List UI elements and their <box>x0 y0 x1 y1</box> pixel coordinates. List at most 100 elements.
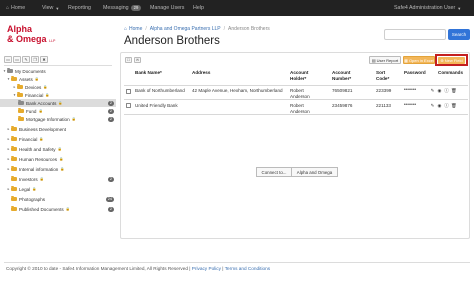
folder-icon <box>18 107 24 114</box>
cell-sort-code: 221133 <box>376 103 391 108</box>
connect-target-button[interactable]: Alpha and Omega <box>292 167 338 177</box>
open-in-excel-label: Open in Excel <box>408 57 434 63</box>
tree-item-financial-sub[interactable]: ▾ Financial 🔒 <box>12 91 128 99</box>
select-all-icon[interactable]: ☐ <box>125 57 132 63</box>
tree-item-fund[interactable]: Fund 🔒 2 <box>0 107 116 115</box>
delete-icon[interactable]: 🗑 <box>451 88 457 93</box>
copy-icon[interactable]: ❐ <box>31 56 39 63</box>
lock-icon: 🔒 <box>45 93 50 97</box>
nav-reporting-label: Reporting <box>68 5 91 11</box>
logo-line1: Alpha <box>7 24 33 34</box>
column-header-account-number[interactable]: Account Number* <box>332 70 362 81</box>
lock-icon: 🔒 <box>65 207 71 211</box>
folder-icon <box>11 145 17 152</box>
logo-line2: & Omega <box>7 34 47 44</box>
column-header-password[interactable]: Password <box>404 70 426 76</box>
info-icon[interactable]: ⓘ <box>444 88 449 93</box>
column-header-account-holder[interactable]: Account Holder* <box>290 70 320 81</box>
tree-item-my-documents[interactable]: ▾ My Documents <box>2 67 118 75</box>
item-count-badge: 2 <box>107 176 114 182</box>
edit-icon[interactable]: ✎ <box>22 56 30 63</box>
nav-user-label: Safe4 Administration User <box>394 5 456 11</box>
email-icon[interactable]: ✉ <box>134 57 141 63</box>
lock-icon: 🔒 <box>39 177 44 181</box>
page-title: Anderson Brothers <box>124 35 220 47</box>
tree-item-legal[interactable]: ▸ Legal 🔒 <box>6 185 122 193</box>
open-folder-icon[interactable]: ▭ <box>13 56 21 63</box>
search-input[interactable] <box>384 29 446 40</box>
tree-item-internal-information[interactable]: ▸ Internal information 🔒 <box>6 165 122 173</box>
new-folder-icon[interactable]: ▭ <box>4 56 12 63</box>
column-header-sort-code[interactable]: Sort Code* <box>376 70 394 81</box>
cell-bank-name: United Friendly Bank <box>135 103 178 108</box>
tree-item-investors[interactable]: Investors 🔒 2 <box>6 175 122 183</box>
delete-icon[interactable]: ✖ <box>40 56 48 63</box>
breadcrumb-current: Anderson Brothers <box>228 26 270 32</box>
nav-user-menu[interactable]: Safe4 Administration User ▼ <box>394 0 461 16</box>
new-field-button[interactable]: ⊕ New Field <box>438 56 465 64</box>
item-count-badge: 2 <box>107 116 114 122</box>
breadcrumb-home[interactable]: Home <box>129 26 142 32</box>
folder-icon <box>18 115 24 122</box>
cell-sort-code: 223399 <box>376 88 392 93</box>
item-count-badge: 24 <box>105 196 114 202</box>
tree-item-photographs[interactable]: Photographs 24 <box>6 195 122 203</box>
open-in-excel-button[interactable]: ▦ Open in Excel <box>403 56 435 64</box>
tree-item-published-documents[interactable]: Published Documents 🔒 2 <box>6 205 122 213</box>
privacy-policy-link[interactable]: Privacy Policy <box>192 266 221 271</box>
sidebar-toolbar: ▭ ▭ ✎ ❐ ✖ <box>4 56 48 63</box>
connect-group: Connect to... Alpha and Omega <box>256 167 338 177</box>
row-checkbox[interactable] <box>126 89 131 94</box>
tree-item-assets[interactable]: ▾ Assets 🔒 <box>6 75 122 83</box>
delete-icon[interactable]: 🗑 <box>451 103 457 108</box>
row-checkbox[interactable] <box>126 103 131 108</box>
lock-icon: 🔒 <box>43 85 48 89</box>
search-button[interactable]: Search <box>448 29 470 40</box>
tree-item-label: My Documents <box>15 68 46 74</box>
folder-icon <box>11 185 17 192</box>
edit-icon[interactable]: ✎ <box>430 88 435 93</box>
cell-password: •••••• <box>404 87 417 93</box>
tree-item-business-development[interactable]: ▸ Business Development <box>6 125 122 133</box>
tree-item-mortgage-information[interactable]: Mortgage Information 🔒 2 <box>0 115 116 123</box>
sidebar-divider <box>4 65 112 66</box>
column-header-bank-name[interactable]: Bank Name* <box>135 70 162 76</box>
lock-icon: 🔒 <box>60 167 65 171</box>
breadcrumb-company[interactable]: Alpha and Omega Partners LLP <box>150 26 221 32</box>
connect-to-button[interactable]: Connect to... <box>256 167 292 177</box>
caret-down-icon: ▼ <box>457 5 462 11</box>
nav-reporting[interactable]: Reporting <box>68 0 91 16</box>
info-icon[interactable]: ⓘ <box>444 103 449 108</box>
tree-item-human-resources[interactable]: ▸ Human Resources 🔒 <box>6 155 122 163</box>
folder-icon <box>11 135 17 142</box>
nav-home-label: Home <box>11 5 26 11</box>
tree-item-health-and-safety[interactable]: ▸ Health and Safety 🔒 <box>6 145 122 153</box>
nav-messaging[interactable]: Messaging 29 <box>103 0 142 16</box>
lock-icon: 🔒 <box>34 77 40 81</box>
footer-separator: | <box>222 266 224 271</box>
folder-icon <box>11 165 17 172</box>
nav-help[interactable]: Help <box>193 0 204 16</box>
excel-icon: ▦ <box>404 57 408 63</box>
view-icon[interactable]: ◉ <box>437 103 442 108</box>
edit-icon[interactable]: ✎ <box>430 103 435 108</box>
tree-item-bank-accounts[interactable]: Bank Accounts 🔒 2 <box>0 99 116 107</box>
breadcrumb-separator: / <box>223 26 226 32</box>
nav-view-menu[interactable]: View ▼ <box>42 0 59 16</box>
nav-home[interactable]: ⌂ Home <box>6 0 25 16</box>
new-field-label: New Field <box>444 57 463 63</box>
tree-item-financial[interactable]: ▸ Financial 🔒 <box>6 135 122 143</box>
folder-icon <box>11 125 17 132</box>
nav-manage-users-label: Manage Users <box>150 5 185 11</box>
company-logo[interactable]: Alpha & Omega LLP <box>7 24 77 58</box>
tree-item-devices[interactable]: ▸ Devices 🔒 <box>12 83 128 91</box>
view-icon[interactable]: ◉ <box>437 88 442 93</box>
new-field-highlight: ⊕ New Field <box>435 54 468 66</box>
column-header-address[interactable]: Address <box>192 70 210 76</box>
tree-item-label: Financial <box>19 136 38 142</box>
nav-manage-users[interactable]: Manage Users <box>150 0 184 16</box>
folder-icon <box>17 91 23 98</box>
user-report-button[interactable]: ▤ User Report <box>369 56 401 64</box>
terms-link[interactable]: Terms and Conditions <box>225 266 270 271</box>
report-icon: ▤ <box>371 57 376 63</box>
